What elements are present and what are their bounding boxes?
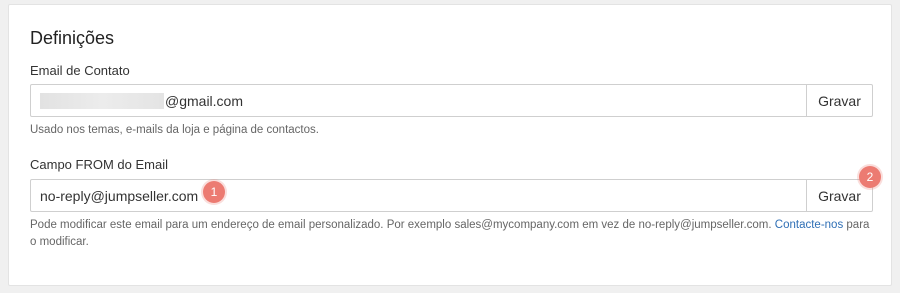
from-email-label: Campo FROM do Email [30,157,168,172]
contact-email-group: @gmail.com Gravar [30,84,873,117]
from-email-input[interactable]: no-reply@jumpseller.com [30,179,807,212]
contact-email-save-button[interactable]: Gravar [807,84,873,117]
contact-email-suffix: @gmail.com [165,92,244,109]
annotation-badge-1: 1 [203,181,225,203]
contact-us-link[interactable]: Contacte-nos [775,219,843,231]
settings-card: Definições Email de Contato @gmail.com G… [8,4,892,286]
contact-email-label: Email de Contato [30,63,130,78]
contact-email-input[interactable]: @gmail.com [30,84,807,117]
from-email-help: Pode modificar este email para um endere… [30,217,870,251]
annotation-badge-2: 2 [859,166,881,188]
settings-title: Definições [30,28,115,48]
contact-email-help: Usado nos temas, e-mails da loja e págin… [30,124,319,136]
from-email-help-text: Pode modificar este email para um endere… [30,219,772,231]
redacted-email-part [40,92,164,109]
from-email-value: no-reply@jumpseller.com [40,187,199,204]
from-email-group: no-reply@jumpseller.com Gravar [30,179,873,212]
